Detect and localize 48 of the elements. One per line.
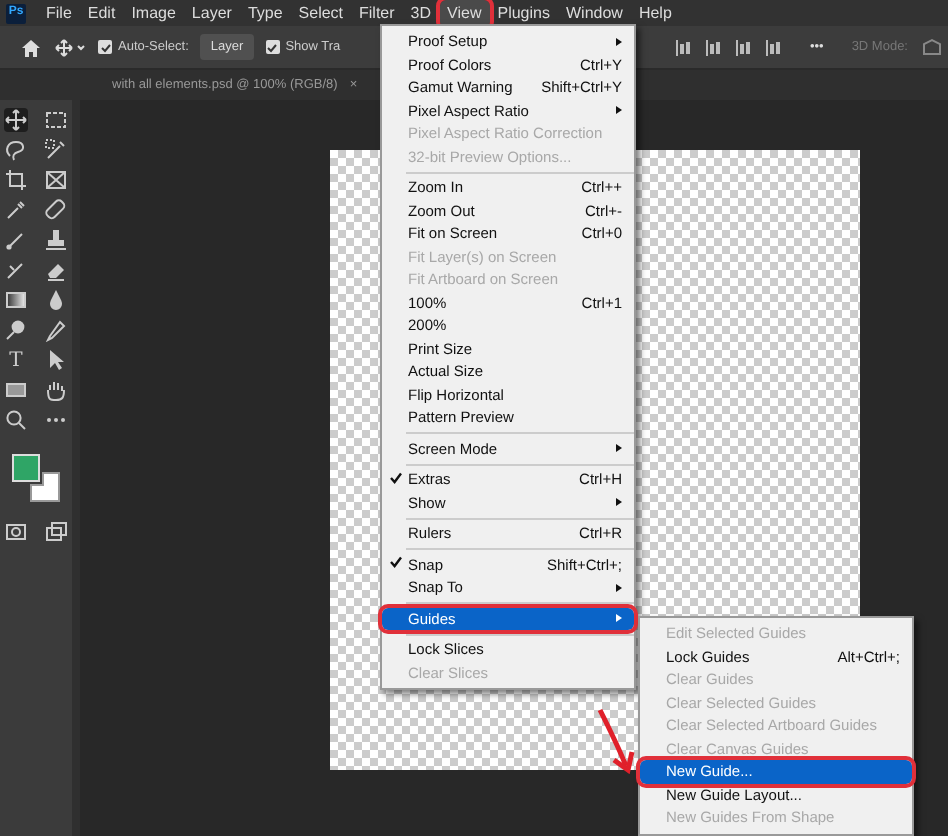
annotation-arrow [594,706,638,774]
submenu-arrow-icon [616,583,622,592]
menu-item[interactable]: File [38,0,80,27]
type-tool-button[interactable]: T [4,348,28,372]
menu-item[interactable]: Plugins [489,0,558,27]
submenu-arrow-icon [616,614,622,623]
rectangle-icon[interactable] [4,378,28,402]
hand-icon[interactable] [44,378,68,402]
align-icon[interactable] [733,37,752,57]
move-tool-icon[interactable] [54,37,86,57]
marquee-icon[interactable] [44,108,68,132]
eraser-icon[interactable] [44,258,68,282]
menu-item[interactable]: Select [290,0,352,27]
home-icon[interactable] [20,37,42,57]
foreground-color-swatch[interactable] [12,454,40,482]
align-icon[interactable] [703,37,722,57]
align-icon[interactable] [673,37,692,57]
cube-icon[interactable] [920,37,944,57]
checkbox[interactable] [265,40,280,54]
drop-icon[interactable] [44,288,68,312]
menu-item[interactable]: 3D [402,0,440,27]
eyedropper-icon[interactable] [4,198,28,222]
crop-icon[interactable] [4,168,28,192]
stamp-icon[interactable] [44,228,68,252]
checkbox[interactable] [98,40,112,54]
menu-item[interactable]: Help [630,0,680,27]
move-icon[interactable] [4,108,28,132]
menu-item[interactable]: Type [239,0,291,27]
cursor-icon[interactable] [44,348,68,372]
align-icon[interactable] [763,37,782,57]
bandage-icon[interactable] [44,198,68,222]
frame-icon[interactable] [44,168,68,192]
menu-item[interactable]: Window [557,0,631,27]
pen-icon[interactable] [44,318,68,342]
menu-item[interactable]: Layer [183,0,240,27]
menu-item[interactable]: Filter [351,0,403,27]
submenu-arrow-icon [616,498,622,507]
lasso-icon[interactable] [4,138,28,162]
quick-mask-icon[interactable] [4,520,28,544]
zoom-icon[interactable] [4,408,28,432]
menu-item[interactable]: Image [123,0,184,27]
submenu-arrow-icon [616,444,622,453]
brush-icon[interactable] [4,228,28,252]
gradient-icon[interactable] [4,288,28,312]
submenu-arrow-icon [616,106,622,115]
menu-item[interactable]: Edit [79,0,124,27]
screen-mode-icon[interactable] [44,520,68,544]
submenu-arrow-icon [616,37,622,46]
